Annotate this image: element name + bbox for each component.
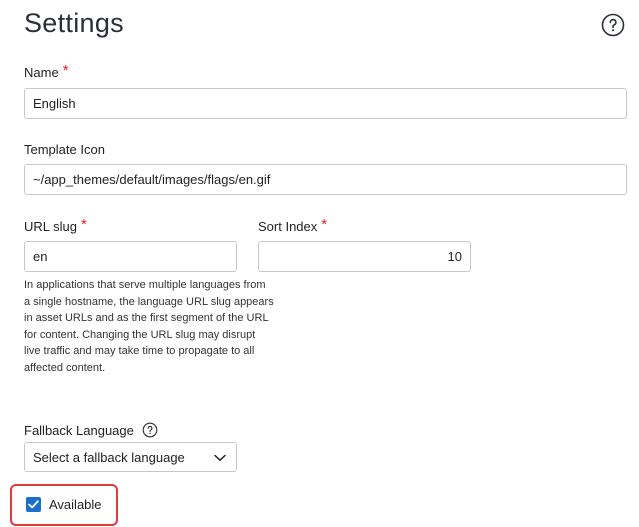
url-slug-input[interactable]: en <box>24 241 237 272</box>
fallback-language-label: Fallback Language <box>24 422 158 438</box>
name-label-text: Name <box>24 65 59 80</box>
chevron-down-icon <box>214 450 226 465</box>
url-slug-label-text: URL slug <box>24 219 77 234</box>
sort-index-input-value: 10 <box>447 249 462 264</box>
template-icon-label: Template Icon <box>24 142 105 157</box>
checkbox-checked-icon[interactable] <box>26 497 41 512</box>
template-icon-label-text: Template Icon <box>24 142 105 157</box>
required-mark: * <box>321 216 328 233</box>
question-circle-icon[interactable] <box>142 422 158 438</box>
template-icon-input[interactable]: ~/app_themes/default/images/flags/en.gif <box>24 164 627 195</box>
template-icon-input-value: ~/app_themes/default/images/flags/en.gif <box>33 172 271 187</box>
name-label: Name * <box>24 62 69 80</box>
url-slug-input-value: en <box>33 249 48 264</box>
page-title: Settings <box>24 8 124 38</box>
fallback-language-select[interactable]: Select a fallback language <box>24 442 237 472</box>
name-input-value: English <box>33 96 76 111</box>
available-highlight: Available <box>10 484 118 526</box>
name-input[interactable]: English <box>24 88 627 119</box>
sort-index-label-text: Sort Index <box>258 219 318 234</box>
required-mark: * <box>62 62 69 79</box>
fallback-language-label-text: Fallback Language <box>24 422 134 438</box>
available-checkbox[interactable]: Available <box>26 497 102 512</box>
sort-index-label: Sort Index * <box>258 216 328 234</box>
available-label: Available <box>49 497 102 512</box>
fallback-language-selected: Select a fallback language <box>33 449 185 465</box>
required-mark: * <box>80 216 87 233</box>
url-slug-label: URL slug * <box>24 216 87 234</box>
url-slug-help-text: In applications that serve multiple lang… <box>24 279 274 374</box>
sort-index-input[interactable]: 10 <box>258 241 471 272</box>
help-icon[interactable] <box>601 13 625 37</box>
